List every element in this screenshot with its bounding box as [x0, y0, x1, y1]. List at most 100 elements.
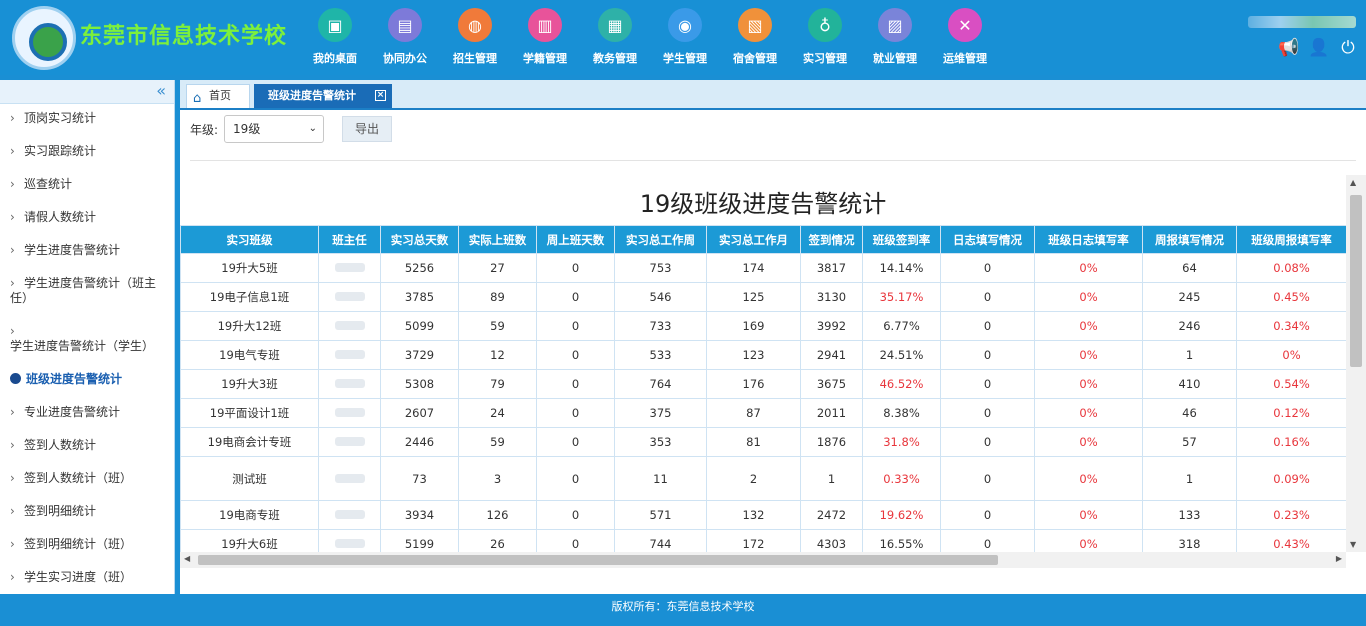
power-icon[interactable]: ⏻: [1338, 38, 1358, 58]
close-icon[interactable]: ×: [375, 90, 386, 101]
nav-item-1[interactable]: ▤ 协同办公: [370, 8, 440, 70]
sidebar-item[interactable]: › 专业进度告警统计: [0, 396, 174, 429]
table-cell: 533: [614, 340, 707, 370]
column-header: 班主任: [318, 225, 381, 254]
table-row: 19升大6班 5199 26 0 744 172 4303 16.55% 0 0% 318 0.43%: [180, 529, 1346, 552]
table-cell: 0: [940, 529, 1035, 552]
sidebar-item-label: 签到明细统计（班）: [24, 537, 133, 551]
sidebar-item-label: 签到明细统计: [24, 504, 97, 518]
nav-item-8[interactable]: ▨ 就业管理: [860, 8, 930, 70]
nav-item-5[interactable]: ◉ 学生管理: [650, 8, 720, 70]
table-cell: 375: [614, 398, 707, 428]
table-cell: 125: [706, 282, 801, 312]
redacted-name: [334, 510, 365, 519]
table-cell: 353: [614, 427, 707, 457]
table-cell: 133: [1142, 500, 1237, 530]
table-cell: 0.08%: [1236, 253, 1346, 283]
nav-item-7[interactable]: ♁ 实习管理: [790, 8, 860, 70]
table-cell: 0%: [1034, 340, 1143, 370]
scroll-up-icon[interactable]: ▲: [1350, 178, 1356, 187]
table-cell: 0%: [1034, 282, 1143, 312]
table-cell: 19平面设计1班: [180, 398, 319, 428]
sidebar-item[interactable]: › 签到明细统计（班）: [0, 528, 174, 561]
sidebar-item-label: 学生进度告警统计（班主任）: [10, 276, 157, 305]
table-cell: 0: [940, 456, 1035, 501]
column-header: 周上班天数: [536, 225, 615, 254]
grade-select[interactable]: 19级 ⌄: [224, 115, 325, 143]
column-header: 班级周报填写率: [1236, 225, 1346, 254]
table-cell: 12: [458, 340, 537, 370]
chevron-right-icon: ›: [10, 438, 15, 452]
table-cell: 0.33%: [862, 456, 941, 501]
active-dot-icon: [10, 373, 21, 384]
table-cell: 169: [706, 311, 801, 341]
sidebar-item[interactable]: › 学生实习进度（班）: [0, 561, 174, 594]
sidebar-item-label: 专业进度告警统计: [24, 405, 121, 419]
nav-item-0[interactable]: ▣ 我的桌面: [300, 8, 370, 70]
sidebar-collapse-button[interactable]: «: [0, 80, 174, 104]
sidebar-item[interactable]: › 顶岗实习统计: [0, 102, 174, 135]
sidebar-item-label: 签到人数统计（班）: [24, 471, 133, 485]
table-cell: 733: [614, 311, 707, 341]
nav-item-9[interactable]: ✕ 运维管理: [930, 8, 1000, 70]
grade-label: 年级:: [190, 122, 219, 137]
sidebar-menu: › 顶岗实习统计 › 实习跟踪统计 › 巡查统计 › 请假人数统计 › 学生进度告警统计 › 学生进度…: [0, 102, 174, 594]
table-row: 19升大5班 5256 27 0 753 174 3817 14.14% 0 0% 64 0.08%: [180, 253, 1346, 283]
tab-class-progress-alert[interactable]: 班级进度告警统计 ×: [254, 84, 392, 108]
sidebar-item[interactable]: › 学生进度告警统计（班主任）: [0, 267, 174, 315]
table-row: 19电气专班 3729 12 0 533 123 2941 24.51% 0 0% 1 0%: [180, 340, 1346, 370]
nav-item-label: 招生管理: [453, 52, 497, 65]
table-row: 19电商专班 3934 126 0 571 132 2472 19.62% 0 0% 133 0.23…: [180, 500, 1346, 530]
table-cell: 0%: [1034, 529, 1143, 552]
vertical-scroll-thumb[interactable]: [1350, 195, 1362, 367]
table-row: 19电商会计专班 2446 59 0 353 81 1876 31.8% 0 0% 57 0.16%: [180, 427, 1346, 457]
tab-home[interactable]: ⌂ 首页: [186, 84, 250, 108]
column-header: 实习总工作周: [614, 225, 707, 254]
copyright-text: 版权所有：东莞信息技术学校: [611, 600, 755, 613]
table-cell: 0: [940, 427, 1035, 457]
sidebar-item[interactable]: 班级进度告警统计: [0, 363, 174, 396]
table-cell: 0.54%: [1236, 369, 1346, 399]
redacted-name: [334, 379, 365, 388]
scroll-right-icon[interactable]: ▶: [1336, 554, 1342, 563]
redacted-name: [334, 350, 365, 359]
horizontal-scroll-thumb[interactable]: [198, 555, 998, 565]
sidebar-item[interactable]: › 签到人数统计（班）: [0, 462, 174, 495]
table-cell: 1: [1142, 340, 1237, 370]
export-button[interactable]: 导出: [342, 116, 393, 142]
chevron-down-icon: ⌄: [308, 123, 318, 134]
sidebar-item[interactable]: › 实习跟踪统计: [0, 135, 174, 168]
sidebar-item[interactable]: › 请假人数统计: [0, 201, 174, 234]
chevron-right-icon: ›: [10, 144, 15, 158]
horizontal-scrollbar[interactable]: ◀ ▶: [180, 552, 1346, 568]
vertical-scrollbar[interactable]: ▲ ▼: [1346, 175, 1366, 552]
table-cell: 64: [1142, 253, 1237, 283]
sidebar-item-label: 学生实习进度（班）: [24, 570, 133, 584]
table-cell: 0%: [1236, 340, 1346, 370]
sidebar-item[interactable]: ›学生进度告警统计（学生）: [0, 315, 174, 363]
table-cell: 6.77%: [862, 311, 941, 341]
scroll-down-icon[interactable]: ▼: [1350, 540, 1356, 549]
nav-item-2[interactable]: ◍ 招生管理: [440, 8, 510, 70]
scroll-left-icon[interactable]: ◀: [184, 554, 190, 563]
table-cell: 2: [706, 456, 801, 501]
nav-item-3[interactable]: ▥ 学籍管理: [510, 8, 580, 70]
column-header: 班级日志填写率: [1034, 225, 1143, 254]
table-cell: 0: [940, 340, 1035, 370]
nav-item-6[interactable]: ▧ 宿舍管理: [720, 8, 790, 70]
sidebar-item[interactable]: › 巡查统计: [0, 168, 174, 201]
sidebar-item[interactable]: › 学生进度告警统计: [0, 234, 174, 267]
sidebar-item[interactable]: › 签到人数统计: [0, 429, 174, 462]
chevron-right-icon: ›: [10, 537, 15, 551]
chevron-right-icon: ›: [10, 405, 15, 419]
announcement-icon[interactable]: 📢: [1278, 38, 1299, 58]
table-cell: 0: [940, 500, 1035, 530]
table-cell: 测试班: [180, 456, 319, 501]
chevron-right-icon: ›: [10, 276, 15, 290]
report-table-container[interactable]: 实习班级 班主任 实习总天数 实际上班数 周上班天数 实习总工作周 实习总工作月 签到情况 班级…: [180, 225, 1346, 552]
nav-item-4[interactable]: ▦ 教务管理: [580, 8, 650, 70]
sidebar-item[interactable]: › 签到明细统计: [0, 495, 174, 528]
chevron-right-icon: ›: [10, 324, 15, 338]
table-cell: 0.23%: [1236, 500, 1346, 530]
user-icon[interactable]: 👤: [1308, 38, 1329, 58]
